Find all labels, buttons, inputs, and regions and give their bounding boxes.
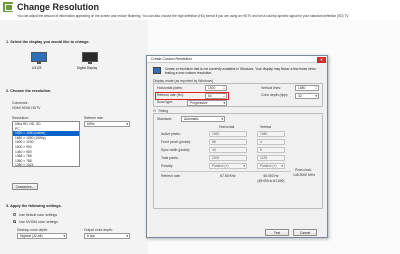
page-header: Change Resolution You can adjust the amo…: [0, 0, 400, 20]
vertical-lines-label: Vertical lines:: [261, 86, 281, 90]
vertical-lines-input[interactable]: 1080: [295, 85, 319, 91]
sync-width-h: 44: [209, 147, 247, 153]
list-item[interactable]: 1280 × 1024: [13, 163, 79, 168]
scan-type-label: Scan type:: [157, 100, 174, 104]
nvidia-color-radio[interactable]: [13, 220, 17, 224]
row-label: Active pixels:: [161, 132, 181, 136]
dialog-message: Create a resolution that is not currentl…: [165, 67, 316, 75]
color-depth-label: Color depth (bpp):: [261, 93, 289, 97]
settings-panel: 1. Select the display you would like to …: [0, 20, 148, 254]
monitor-warning-icon: [153, 67, 161, 74]
vertical-refresh-range: (59.000 to 61.000): [257, 179, 285, 183]
front-porch-h: 88: [209, 139, 247, 145]
sync-width-v: 5: [257, 147, 285, 153]
row-label: Sync width (pixels):: [161, 148, 191, 152]
default-color-label: Use default color settings: [19, 213, 58, 217]
resolution-list[interactable]: Ultra HD, HD, SD PC 1920 × 1080 (native)…: [12, 121, 80, 167]
color-depth-select[interactable]: 32: [295, 92, 319, 99]
monitor-icon: [31, 52, 47, 62]
section-2-heading: 2. Choose the resolution.: [6, 89, 52, 93]
front-porch-v: 4: [257, 139, 285, 145]
connector-label: Connector:: [12, 101, 29, 105]
connector-value: HDMI HDMI HDTV: [12, 106, 41, 110]
refresh-row-label: Refresh rate:: [161, 174, 181, 178]
standard-label: Standard:: [157, 117, 172, 121]
vertical-refresh-value: 60.000 Hz: [263, 174, 279, 178]
polarity-h-select[interactable]: Positive (+): [209, 163, 247, 169]
horizontal-refresh-value: 67.50 KHz: [220, 174, 236, 178]
desktop-depth-select[interactable]: Highest (32-bit): [17, 233, 67, 239]
cancel-button[interactable]: Cancel: [293, 229, 317, 236]
output-depth-label: Output color depth:: [84, 228, 113, 232]
display-digital[interactable]: [82, 52, 98, 64]
dialog-title: Create Custom Resolution: [147, 56, 327, 63]
section-3-heading: 3. Apply the following settings.: [6, 204, 62, 208]
default-color-radio[interactable]: [13, 213, 17, 217]
row-label: Total pixels:: [161, 156, 179, 160]
active-h: 1920: [209, 131, 247, 137]
custom-resolution-dialog: Create Custom Resolution ✕ Create a reso…: [146, 55, 328, 238]
nvidia-color-label: Use NVIDIA color settings: [19, 220, 59, 224]
output-depth-select[interactable]: 8 bpc: [84, 233, 130, 239]
polarity-v-select[interactable]: Positive (+): [257, 163, 285, 169]
refresh-rate-input[interactable]: 60: [205, 92, 227, 99]
display-label-digital: Digital Display: [77, 66, 98, 70]
customize-button[interactable]: Customize...: [12, 183, 38, 190]
active-v: 1080: [257, 131, 285, 137]
refresh-rate-label: Refresh rate (Hz):: [157, 93, 184, 97]
divider: [161, 171, 291, 172]
vertical-column-header: Vertical: [260, 125, 272, 129]
horizontal-column-header: Horizontal: [219, 125, 235, 129]
pixel-clock-label: Pixel clock:: [295, 168, 312, 172]
display-label-u3129: U3129: [32, 66, 42, 70]
total-pixels-h: 2200: [209, 155, 247, 161]
scan-type-select[interactable]: Progressive: [187, 99, 227, 106]
section-1-heading: 1. Select the display you would like to …: [6, 40, 90, 44]
desktop-depth-label: Desktop color depth:: [17, 228, 49, 232]
row-label: Polarity:: [161, 164, 174, 168]
page-description: You can adjust the amount of information…: [17, 14, 350, 18]
page-title: Change Resolution: [17, 2, 100, 12]
standard-select[interactable]: Automatic: [181, 116, 225, 122]
horizontal-pixels-input[interactable]: 1920: [205, 85, 227, 91]
close-icon[interactable]: ✕: [317, 56, 326, 63]
timing-group: [153, 113, 323, 209]
display-settings-icon: [3, 2, 13, 12]
monitor-icon: [82, 52, 98, 62]
display-u3129[interactable]: [31, 52, 47, 64]
refresh-label: Refresh rate:: [84, 116, 104, 120]
refresh-rate-select[interactable]: 60Hz: [84, 121, 130, 127]
horizontal-pixels-label: Horizontal pixels:: [157, 86, 183, 90]
resolution-label: Resolution:: [12, 116, 29, 120]
total-pixels-v: 1125: [257, 155, 285, 161]
pixel-clock-value: 148.5000 MHz: [293, 173, 316, 177]
test-button[interactable]: Test: [265, 229, 289, 236]
row-label: Front porch (pixels):: [161, 140, 192, 144]
